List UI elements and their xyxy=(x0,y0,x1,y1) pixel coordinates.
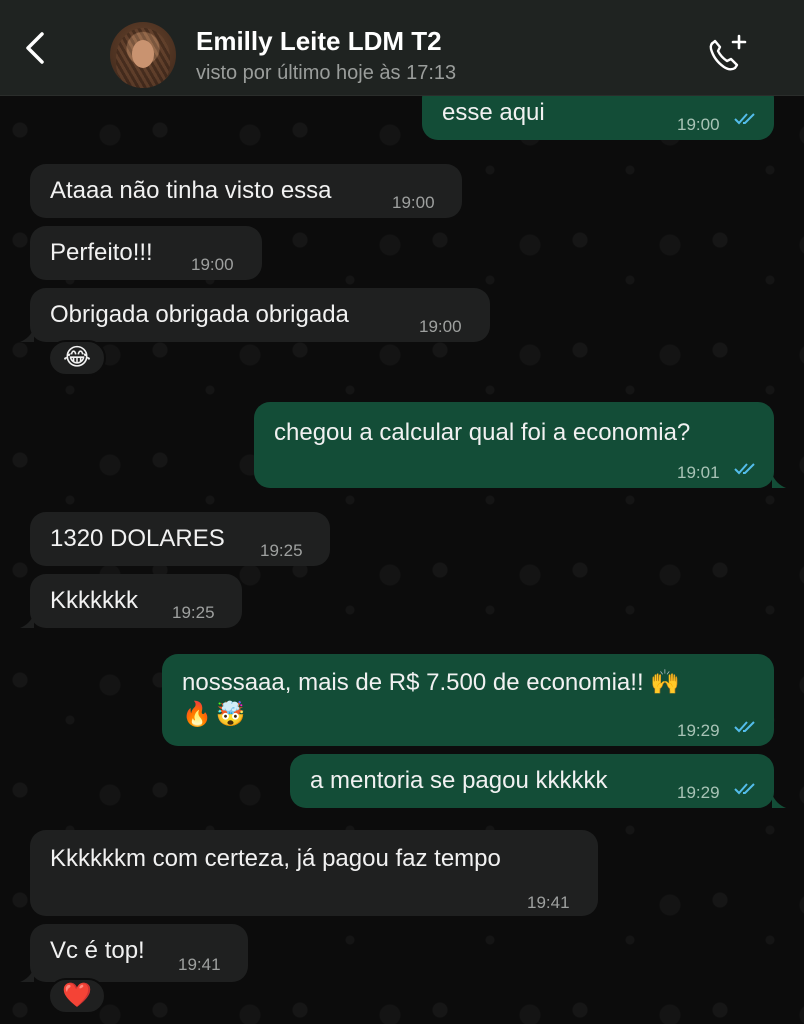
double-check-icon xyxy=(734,783,755,795)
bubble-tail xyxy=(772,474,786,488)
avatar[interactable] xyxy=(110,22,176,88)
message-time: 19:00 xyxy=(392,193,435,212)
contact-last-seen: visto por último hoje às 17:13 xyxy=(196,62,457,84)
message-time: 19:41 xyxy=(527,893,570,912)
reaction-emoji[interactable]: ❤️ xyxy=(48,978,106,1014)
double-check-icon xyxy=(734,113,755,125)
message-bubble-incoming[interactable]: Vc é top! 19:41 xyxy=(30,924,248,982)
message-bubble-outgoing[interactable]: nosssaaa, mais de R$ 7.500 de economia!!… xyxy=(162,654,774,746)
message-text: Ataaa não tinha visto essa xyxy=(50,177,332,204)
message-time: 19:01 xyxy=(677,463,720,482)
message-time: 19:25 xyxy=(172,603,215,622)
message-text: Kkkkkkm com certeza, já pagou faz tempo xyxy=(50,845,501,872)
message-bubble-incoming[interactable]: Ataaa não tinha visto essa 19:00 xyxy=(30,164,462,218)
chevron-left-icon[interactable] xyxy=(18,30,54,66)
message-bubble-outgoing[interactable]: chegou a calcular qual foi a economia? 1… xyxy=(254,402,774,488)
message-bubble-incoming[interactable]: 1320 DOLARES 19:25 xyxy=(30,512,330,566)
message-time: 19:29 xyxy=(677,783,720,802)
double-check-icon xyxy=(734,721,755,733)
message-bubble-incoming[interactable]: Obrigada obrigada obrigada 19:00 xyxy=(30,288,490,342)
message-time: 19:41 xyxy=(178,955,221,974)
message-time: 19:00 xyxy=(677,115,720,134)
message-text: 1320 DOLARES xyxy=(50,525,225,552)
bubble-tail xyxy=(20,968,34,982)
message-text: Kkkkkkk xyxy=(50,587,139,614)
message-text: Vc é top! xyxy=(50,937,145,964)
message-bubble-incoming[interactable]: Kkkkkkk 19:25 xyxy=(30,574,242,628)
message-text: Perfeito!!! xyxy=(50,239,153,266)
message-time: 19:29 xyxy=(677,721,720,740)
message-bubble-incoming[interactable]: Kkkkkkm com certeza, já pagou faz tempo … xyxy=(30,830,598,916)
bubble-tail xyxy=(20,328,34,342)
message-time: 19:25 xyxy=(260,541,303,560)
message-time: 19:00 xyxy=(191,255,234,274)
message-text: esse aqui xyxy=(442,99,545,126)
reaction-emoji[interactable]: 😂 xyxy=(48,340,106,376)
message-text: nosssaaa, mais de R$ 7.500 de economia!!… xyxy=(182,669,681,696)
double-check-icon xyxy=(734,463,755,475)
chat-header: Emilly Leite LDM T2 visto por último hoj… xyxy=(0,0,804,96)
bubble-tail xyxy=(20,614,34,628)
message-text-line2: 🔥🤯 xyxy=(182,701,250,728)
message-text: a mentoria se pagou kkkkkk xyxy=(310,767,608,794)
message-bubble-outgoing[interactable]: a mentoria se pagou kkkkkk 19:29 xyxy=(290,754,774,808)
bubble-tail xyxy=(772,794,786,808)
message-time: 19:00 xyxy=(419,317,462,336)
message-bubble-incoming[interactable]: Perfeito!!! 19:00 xyxy=(30,226,262,280)
contact-name[interactable]: Emilly Leite LDM T2 xyxy=(196,26,442,57)
phone-plus-icon[interactable] xyxy=(704,32,752,76)
message-text: chegou a calcular qual foi a economia? xyxy=(274,419,691,446)
avatar-face xyxy=(132,40,154,68)
message-text: Obrigada obrigada obrigada xyxy=(50,301,349,328)
